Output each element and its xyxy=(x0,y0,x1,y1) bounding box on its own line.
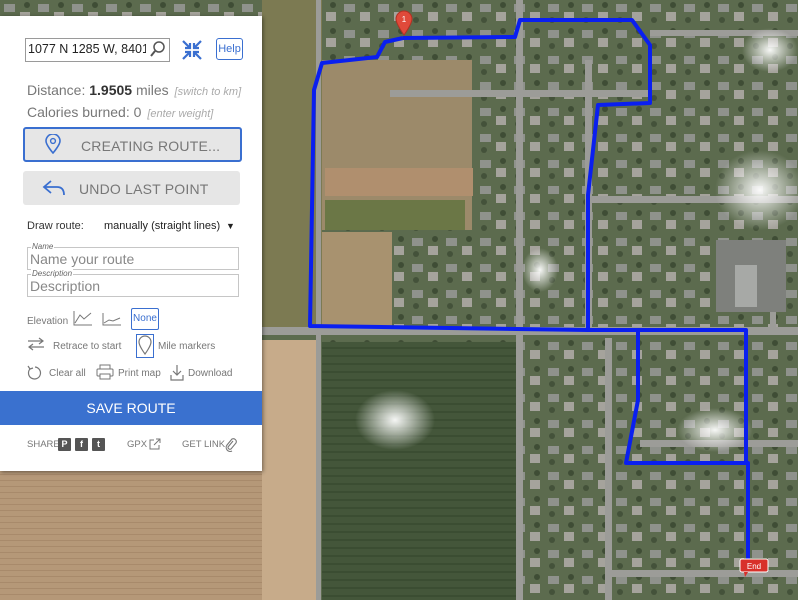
route-description-label: Description xyxy=(31,269,74,278)
distance-row: Distance: 1.9505 miles [switch to km] xyxy=(27,82,241,98)
end-marker[interactable]: End xyxy=(739,558,769,578)
dropdown-caret-icon[interactable]: ▼ xyxy=(226,221,235,231)
save-route-button[interactable]: SAVE ROUTE xyxy=(0,391,262,425)
undo-last-point-label: UNDO LAST POINT xyxy=(79,181,209,197)
printer-icon[interactable] xyxy=(96,364,114,380)
share-label: SHARE xyxy=(27,439,60,450)
mile-marker-icon[interactable] xyxy=(136,334,154,358)
external-link-icon[interactable] xyxy=(149,438,161,450)
route-name-field[interactable]: Name Name your route xyxy=(27,242,239,270)
undo-arrow-icon xyxy=(42,180,65,196)
enter-weight-link[interactable]: [enter weight] xyxy=(147,108,213,120)
route-panel: 1077 N 1285 W, 84015 Help Distance: 1.95… xyxy=(0,16,262,471)
elevation-none-button[interactable]: None xyxy=(131,308,159,330)
clear-all-icon[interactable] xyxy=(27,365,43,381)
twitter-icon[interactable]: t xyxy=(92,438,105,451)
location-pin-icon xyxy=(45,134,61,154)
calories-value: 0 xyxy=(133,104,142,120)
elevation-label: Elevation xyxy=(27,316,69,327)
help-button[interactable]: Help xyxy=(216,38,243,60)
end-marker-label: End xyxy=(747,562,761,571)
calories-label: Calories burned: xyxy=(27,104,130,120)
facebook-icon[interactable]: f xyxy=(75,438,88,451)
paperclip-icon[interactable] xyxy=(225,438,237,452)
get-link-label[interactable]: GET LINK xyxy=(182,439,225,450)
address-search-input[interactable]: 1077 N 1285 W, 84015 xyxy=(25,38,170,62)
elevation-flat-icon[interactable] xyxy=(102,312,122,326)
draw-route-select[interactable]: manually (straight lines) xyxy=(104,220,220,232)
distance-unit: miles xyxy=(135,82,169,98)
calories-row: Calories burned: 0 [enter weight] xyxy=(27,104,213,120)
search-icon[interactable] xyxy=(149,40,167,58)
distance-value: 1.9505 xyxy=(89,82,133,98)
download-label[interactable]: Download xyxy=(188,368,232,379)
download-icon[interactable] xyxy=(170,364,184,381)
distance-label: Distance: xyxy=(27,82,86,98)
mile-markers-label[interactable]: Mile markers xyxy=(158,341,215,352)
clear-all-label[interactable]: Clear all xyxy=(49,368,86,379)
switch-units-link[interactable]: [switch to km] xyxy=(175,86,242,98)
share-row: SHARE P f t GPX GET LINK xyxy=(27,438,242,454)
route-name-placeholder[interactable]: Name your route xyxy=(30,251,134,267)
undo-last-point-button[interactable]: UNDO LAST POINT xyxy=(23,171,240,205)
gpx-label[interactable]: GPX xyxy=(127,439,147,450)
creating-route-button[interactable]: CREATING ROUTE... xyxy=(23,127,242,162)
address-value[interactable]: 1077 N 1285 W, 84015 xyxy=(28,42,146,56)
creating-route-label: CREATING ROUTE... xyxy=(81,138,221,154)
pinterest-icon[interactable]: P xyxy=(58,438,71,451)
elevation-chart-icon[interactable] xyxy=(73,310,93,326)
route-description-placeholder[interactable]: Description xyxy=(30,278,100,294)
start-marker-pin-icon[interactable]: 1 xyxy=(395,10,413,36)
start-marker-number: 1 xyxy=(402,15,407,24)
retrace-label[interactable]: Retrace to start xyxy=(53,341,121,352)
retrace-arrows-icon[interactable] xyxy=(27,337,45,351)
print-map-label[interactable]: Print map xyxy=(118,368,161,379)
route-name-label: Name xyxy=(31,242,55,251)
route-description-field[interactable]: Description Description xyxy=(27,269,239,297)
draw-route-label: Draw route: xyxy=(27,220,84,232)
collapse-icon[interactable] xyxy=(180,38,204,62)
